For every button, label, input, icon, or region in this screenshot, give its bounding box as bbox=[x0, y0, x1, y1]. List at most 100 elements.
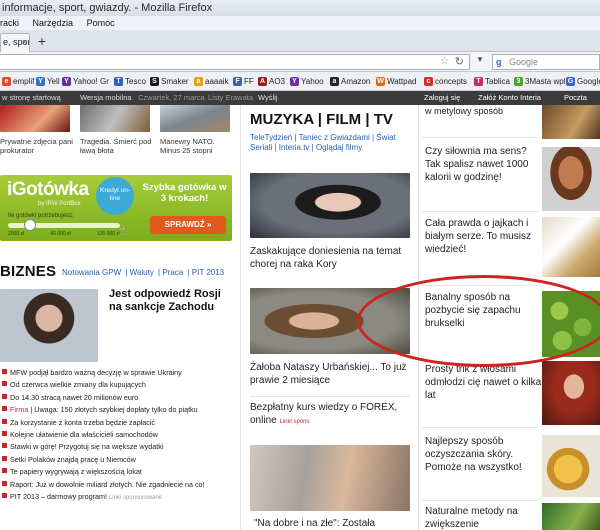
list-item[interactable]: Kolejne ułatwienie dla właścicieli samoc… bbox=[0, 429, 232, 441]
red-highlight-ellipse bbox=[357, 275, 600, 367]
biznes-link[interactable]: Praca bbox=[162, 268, 183, 277]
search-placeholder: Google bbox=[509, 57, 539, 67]
address-bar[interactable]: ☆ ↻ bbox=[0, 54, 470, 70]
forex-headline-link[interactable]: Bezpłatny kurs wiedzy o FOREX, online Li… bbox=[250, 401, 418, 429]
ad-thumbnail[interactable] bbox=[542, 217, 600, 277]
bookmark-star-icon[interactable]: ☆ bbox=[440, 56, 449, 67]
ad-thumbnail[interactable] bbox=[542, 435, 600, 497]
bookmark-item[interactable]: c concepts bbox=[424, 72, 467, 90]
tab-active[interactable]: e, spor... × bbox=[0, 33, 30, 52]
left-column: Prywatne zdjęcia pani prokurator Tragedi… bbox=[0, 105, 232, 530]
news-caption[interactable]: Manewry NATO. Minus 25 stopni bbox=[160, 137, 232, 155]
news-caption[interactable]: Tragedia. Śmierć pod ławą błota bbox=[80, 137, 156, 155]
google-icon: g bbox=[496, 57, 502, 67]
banner-slogan: Szybka gotówka w 3 krokach! bbox=[142, 182, 227, 204]
bookmark-item[interactable]: Y Yahoo! Gr bbox=[62, 72, 109, 90]
bookmark-item[interactable]: a aaaaik bbox=[194, 72, 229, 90]
menu-bar: racki Narzędzia Pomoc bbox=[0, 16, 600, 30]
hospital-photo[interactable] bbox=[250, 445, 410, 511]
ad-link[interactable]: Naturalne metody na zwiększenie bbox=[425, 505, 543, 530]
ad-link[interactable]: Czy siłownia ma sens? Tak spalisz nawet … bbox=[425, 145, 543, 184]
biznes-link[interactable]: Waluty bbox=[130, 268, 154, 277]
login-link[interactable]: Zaloguj się bbox=[424, 91, 460, 105]
credit-online-badge: Kredyt on-line bbox=[96, 177, 134, 215]
ad-link[interactable]: w metylowy sposób bbox=[425, 105, 543, 118]
search-site-link[interactable]: Wyślij bbox=[258, 91, 278, 105]
biznes-news-list: MFW podjął bardzo ważną decyzję w sprawi… bbox=[0, 367, 232, 503]
amount-slider[interactable] bbox=[8, 219, 120, 231]
muzyka-links[interactable]: TeleTydzień | Taniec z Gwiazdami | Świat… bbox=[250, 133, 418, 153]
mobile-version-link[interactable]: Wersja mobilna bbox=[80, 91, 132, 105]
biznes-lead-title[interactable]: Jest odpowiedź Rosji na sankcje Zachodu bbox=[109, 288, 232, 314]
list-item[interactable]: MFW podjął bardzo ważną decyzję w sprawi… bbox=[0, 367, 232, 379]
biznes-link[interactable]: PIT 2013 bbox=[192, 268, 224, 277]
igotowka-banner[interactable]: iGotówka by IRW PortBox Kredyt on-line S… bbox=[0, 175, 232, 241]
search-input[interactable]: g Google bbox=[492, 54, 600, 70]
list-item[interactable]: Za korzystanie z konta trzeba będzie zap… bbox=[0, 417, 232, 429]
column-separator bbox=[240, 105, 241, 530]
new-tab-button[interactable]: + bbox=[34, 34, 50, 50]
hand-cursor-icon: ☝ bbox=[118, 222, 127, 238]
biznes-link[interactable]: Notowania GPW bbox=[62, 268, 121, 277]
ad-thumbnail[interactable] bbox=[542, 147, 600, 211]
bookmark-item[interactable]: A AO3 bbox=[258, 72, 285, 90]
slider-handle[interactable] bbox=[24, 219, 37, 231]
headline-link[interactable]: Zaskakujące doniesienia na temat chorej … bbox=[250, 245, 418, 271]
news-thumbnail[interactable] bbox=[160, 105, 230, 132]
site-top-bar: w stronę startową Wersja mobilna Czwarte… bbox=[0, 91, 600, 105]
muzyka-section-title: MUZYKA | FILM | TV bbox=[250, 111, 393, 128]
bookmark-item[interactable]: T Tablica bbox=[474, 72, 510, 90]
navigation-bar: ☆ ↻ ▼ g Google bbox=[0, 52, 600, 72]
bookmarks-toolbar: e emplif Y Yell Y Yahoo! Gr T Tesco S Smaker … bbox=[0, 72, 600, 91]
sprawdz-button[interactable]: SPRAWDŹ » bbox=[150, 216, 226, 234]
search-engine-dropdown-icon[interactable]: ▼ bbox=[476, 55, 484, 64]
biznes-lead-photo[interactable] bbox=[0, 289, 98, 362]
list-item[interactable]: Setki Polaków znajdą pracę u Niemców bbox=[0, 454, 232, 466]
bookmark-item[interactable]: Y Yahoo bbox=[290, 72, 324, 90]
news-caption[interactable]: Prywatne zdjęcia pani prokurator bbox=[0, 137, 76, 155]
kora-photo[interactable] bbox=[250, 173, 410, 238]
bookmark-item[interactable]: T Tesco bbox=[114, 72, 146, 90]
menu-item-help[interactable]: Pomoc bbox=[87, 18, 115, 28]
reload-icon[interactable]: ↻ bbox=[455, 55, 464, 68]
ad-thumbnail[interactable] bbox=[542, 105, 600, 139]
list-item[interactable]: Te papiery wygrywają z większością lokat bbox=[0, 466, 232, 478]
window-title: informacje, sport, gwiazdy. - Mozilla Fi… bbox=[0, 0, 600, 16]
list-item[interactable]: PIT 2013 – darmowy program! Linki sponso… bbox=[0, 491, 232, 503]
list-item[interactable]: Raport: Już w dowolnie miliard złotych. … bbox=[0, 479, 232, 491]
ad-thumbnail[interactable] bbox=[542, 361, 600, 425]
tab-close-icon[interactable]: × bbox=[22, 34, 27, 51]
list-item[interactable]: Do 14.30 stracą nawet 20 milionów euro bbox=[0, 392, 232, 404]
biznes-links: Notowania GPW | Waluty | Praca | PIT 201… bbox=[62, 268, 225, 277]
ad-thumbnail[interactable] bbox=[542, 503, 600, 530]
bookmark-item[interactable]: GGoogle bbox=[566, 72, 600, 90]
bookmark-item[interactable]: a Amazon bbox=[330, 72, 370, 90]
menu-item-tools[interactable]: Narzędzia bbox=[33, 18, 74, 28]
bookmark-item[interactable]: W Wattpad bbox=[376, 72, 417, 90]
bookmark-item[interactable]: F FF bbox=[233, 72, 254, 90]
ad-link[interactable]: Prosty trik z włosami odmłodzi cię nawet… bbox=[425, 363, 543, 402]
bookmark-item[interactable]: e emplif bbox=[2, 72, 34, 90]
list-item[interactable]: Stawki w górę! Przygotuj się na większe … bbox=[0, 441, 232, 453]
biznes-section-title[interactable]: BIZNES bbox=[0, 263, 56, 280]
date-text: Czwartek, 27 marca bbox=[138, 93, 205, 102]
news-thumbnail[interactable] bbox=[80, 105, 150, 132]
bookmark-item[interactable]: 3 3Masta wpl bbox=[514, 72, 565, 90]
page-content: Prywatne zdjęcia pani prokurator Tragedi… bbox=[0, 105, 600, 530]
mail-link[interactable]: Poczta bbox=[564, 91, 587, 105]
list-item[interactable]: Firma | Uwaga: 150 złotych szybkiej dopł… bbox=[0, 404, 232, 416]
bookmark-item[interactable]: S Smaker bbox=[150, 72, 189, 90]
home-link[interactable]: w stronę startową bbox=[2, 91, 61, 105]
headline-link[interactable]: "Na dobre i na złe": Została bbox=[254, 517, 422, 530]
headline-link[interactable]: Żałoba Nataszy Urbańskiej... To już praw… bbox=[250, 361, 418, 387]
bookmark-item[interactable]: Y Yell bbox=[36, 72, 60, 90]
ad-link[interactable]: Cała prawda o jajkach i białym serze. To… bbox=[425, 217, 543, 256]
menu-item-view[interactable]: racki bbox=[0, 18, 19, 28]
igotowka-logo: iGotówka bbox=[7, 179, 89, 200]
list-item[interactable]: Od czerwca wielkie zmiany dla kupujących bbox=[0, 379, 232, 391]
ad-link[interactable]: Najlepszy sposób oczyszczania skóry. Pom… bbox=[425, 435, 543, 474]
news-thumbnail[interactable] bbox=[0, 105, 70, 132]
slider-scale: 2000 zł 40 000 zł 120 000 zł bbox=[8, 231, 120, 237]
register-link[interactable]: Załóż Konto Interia bbox=[478, 91, 541, 105]
weather-text: Listy Erawata bbox=[208, 93, 254, 102]
